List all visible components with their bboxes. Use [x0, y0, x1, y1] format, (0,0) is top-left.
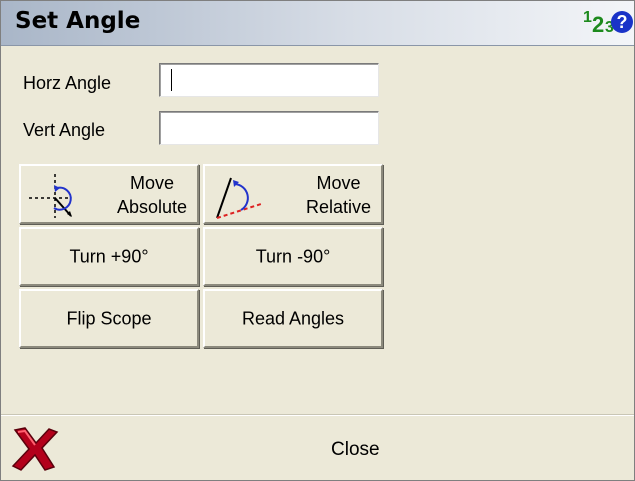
set-angle-window: Set Angle 1 2 3 ? Horz Angle Vert Angle … — [0, 0, 635, 481]
move-absolute-line1: Move — [129, 173, 174, 193]
window-title: Set Angle — [15, 8, 141, 34]
read-angles-button[interactable]: Read Angles — [203, 289, 383, 348]
move-relative-button[interactable]: Move Relative — [203, 164, 383, 224]
text-caret — [171, 69, 172, 91]
move-absolute-line2: Absolute — [116, 197, 187, 217]
footer-divider — [1, 415, 634, 416]
move-absolute-button[interactable]: Move Absolute — [19, 164, 199, 224]
move-absolute-icon — [29, 174, 72, 218]
move-relative-line2: Relative — [305, 197, 371, 217]
vert-angle-input[interactable] — [159, 111, 379, 145]
close-x-icon[interactable] — [9, 426, 61, 472]
turn-minus-90-button[interactable]: Turn -90° — [203, 227, 383, 286]
turn-minus-90-label: Turn -90° — [255, 246, 331, 266]
move-relative-icon — [216, 177, 262, 219]
numeric-keypad-icon[interactable]: 1 2 3 — [583, 9, 614, 37]
help-icon[interactable]: ? — [611, 11, 633, 33]
vert-angle-label: Vert Angle — [23, 120, 106, 140]
flip-scope-button[interactable]: Flip Scope — [19, 289, 199, 348]
horz-angle-label: Horz Angle — [23, 73, 112, 93]
read-angles-label: Read Angles — [241, 308, 345, 328]
turn-plus-90-button[interactable]: Turn +90° — [19, 227, 199, 286]
horz-angle-input[interactable] — [159, 63, 379, 97]
move-relative-text: Move Relative — [306, 171, 371, 219]
close-button[interactable]: Close — [331, 439, 380, 461]
flip-scope-label: Flip Scope — [66, 308, 152, 328]
move-relative-line1: Move — [316, 173, 361, 193]
move-absolute-text: Move Absolute — [117, 171, 187, 219]
num-icon-digit-2: 2 — [592, 12, 605, 37]
turn-plus-90-label: Turn +90° — [69, 246, 149, 266]
title-bar: Set Angle 1 2 3 ? — [1, 1, 634, 46]
num-icon-digit-1: 1 — [583, 9, 592, 26]
